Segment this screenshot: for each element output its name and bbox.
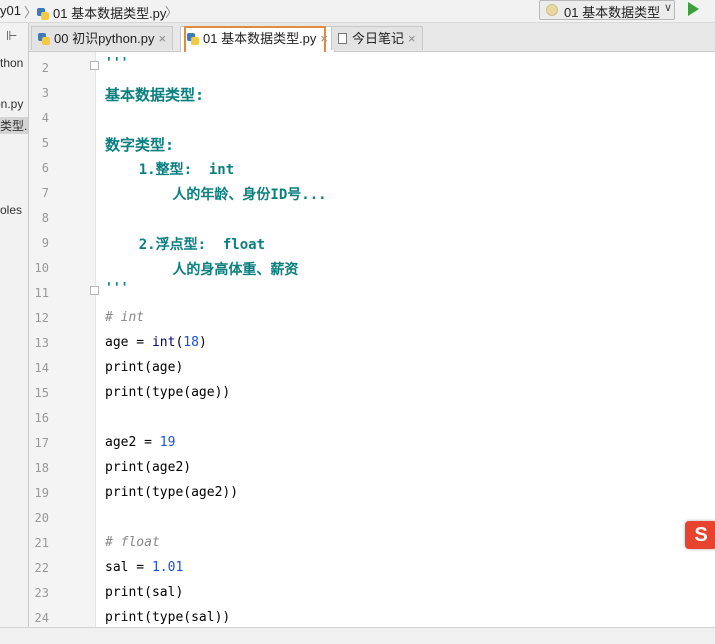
code-line: age2 = 19 [105,435,176,450]
project-tree-item[interactable]: ython [0,56,23,70]
line-number: 8 [41,211,49,225]
line-number: 3 [41,86,49,100]
close-icon[interactable]: × [408,31,416,46]
line-number: 4 [41,111,49,125]
line-number: 10 [34,261,49,275]
line-number: 9 [41,236,49,250]
line-number: 20 [34,511,49,525]
run-config-icon [546,4,558,16]
code-line: print(type(age2)) [105,485,239,500]
line-number: 2 [41,61,49,75]
tab-00-intro[interactable]: 00 初识python.py × [31,26,174,50]
breadcrumb-separator-icon: 〉 [165,5,179,20]
code-line: age = int(18) [105,335,207,350]
code-line: sal = 1.01 [105,560,184,575]
navigation-bar: y01 〉 01 基本数据类型.py 〉 01 基本数据类型 ∨ [0,0,715,23]
sogou-ime-icon[interactable]: S [685,521,715,549]
code-line: # float [105,535,160,550]
breadcrumb-file[interactable]: 01 基本数据类型.py [37,3,166,22]
tab-today-notes[interactable]: 今日笔记 × [331,26,423,50]
line-number: 6 [41,161,49,175]
line-number: 11 [34,286,49,300]
run-configuration-dropdown[interactable]: 01 基本数据类型 ∨ [539,0,675,20]
line-number: 7 [41,186,49,200]
code-line: 人的年龄、身份ID号... [105,187,327,203]
fold-marker-icon[interactable] [90,61,99,70]
code-line: ''' [105,56,129,71]
chevron-down-icon: ∨ [663,2,672,14]
code-line: ''' [105,281,129,296]
code-line: 基本数据类型: [105,86,205,104]
line-number: 16 [34,411,49,425]
line-number: 12 [34,311,49,325]
line-number: 18 [34,461,49,475]
collapse-panel-icon[interactable]: ⊩ [6,28,17,44]
line-number: 19 [34,486,49,500]
code-line: print(type(age)) [105,385,231,400]
code-editor[interactable]: 2 3 4 5 6 7 8 9 10 11 12 13 14 15 16 17 … [29,52,715,627]
text-file-icon [338,33,347,44]
project-tree-item-selected[interactable]: 类型. [0,117,28,134]
code-line: # int [105,310,145,325]
run-config-label: 01 基本数据类型 [564,5,661,20]
code-line: 1.整型: int [105,162,235,178]
code-line: print(age2) [105,460,192,475]
breadcrumb-file-label: 01 基本数据类型.py [53,6,167,21]
fold-marker-icon[interactable] [90,286,99,295]
tab-label: 00 初识python.py [54,31,155,46]
tab-label: 今日笔记 [352,31,405,46]
python-file-icon [37,8,49,20]
code-line: print(type(sal)) [105,610,231,625]
code-line: 数字类型: [105,136,175,154]
project-tree-item[interactable]: soles [0,203,22,217]
project-panel: ython on.py 类型. soles [0,23,29,643]
line-number: 24 [34,611,49,625]
line-number: 13 [34,336,49,350]
breadcrumb-project[interactable]: y01 [0,3,21,18]
status-bar [0,627,715,644]
code-line: print(age) [105,360,184,375]
python-file-icon [38,33,50,45]
line-number: 21 [34,536,49,550]
code-line: 2.浮点型: float [105,237,266,253]
line-number: 17 [34,436,49,450]
line-number: 15 [34,386,49,400]
line-number: 23 [34,586,49,600]
line-number: 14 [34,361,49,375]
code-line: print(sal) [105,585,184,600]
run-icon[interactable] [688,2,699,16]
code-line: 人的身高体重、薪资 [105,262,299,278]
line-number: 5 [41,136,49,150]
breadcrumb-separator-icon: 〉 [24,5,38,20]
close-icon[interactable]: × [158,31,166,46]
project-tree-item[interactable]: on.py [0,97,23,111]
editor-tab-bar: ⊩ 00 初识python.py × 01 基本数据类型.py × 今日笔记 × [6,23,715,52]
line-number: 22 [34,561,49,575]
